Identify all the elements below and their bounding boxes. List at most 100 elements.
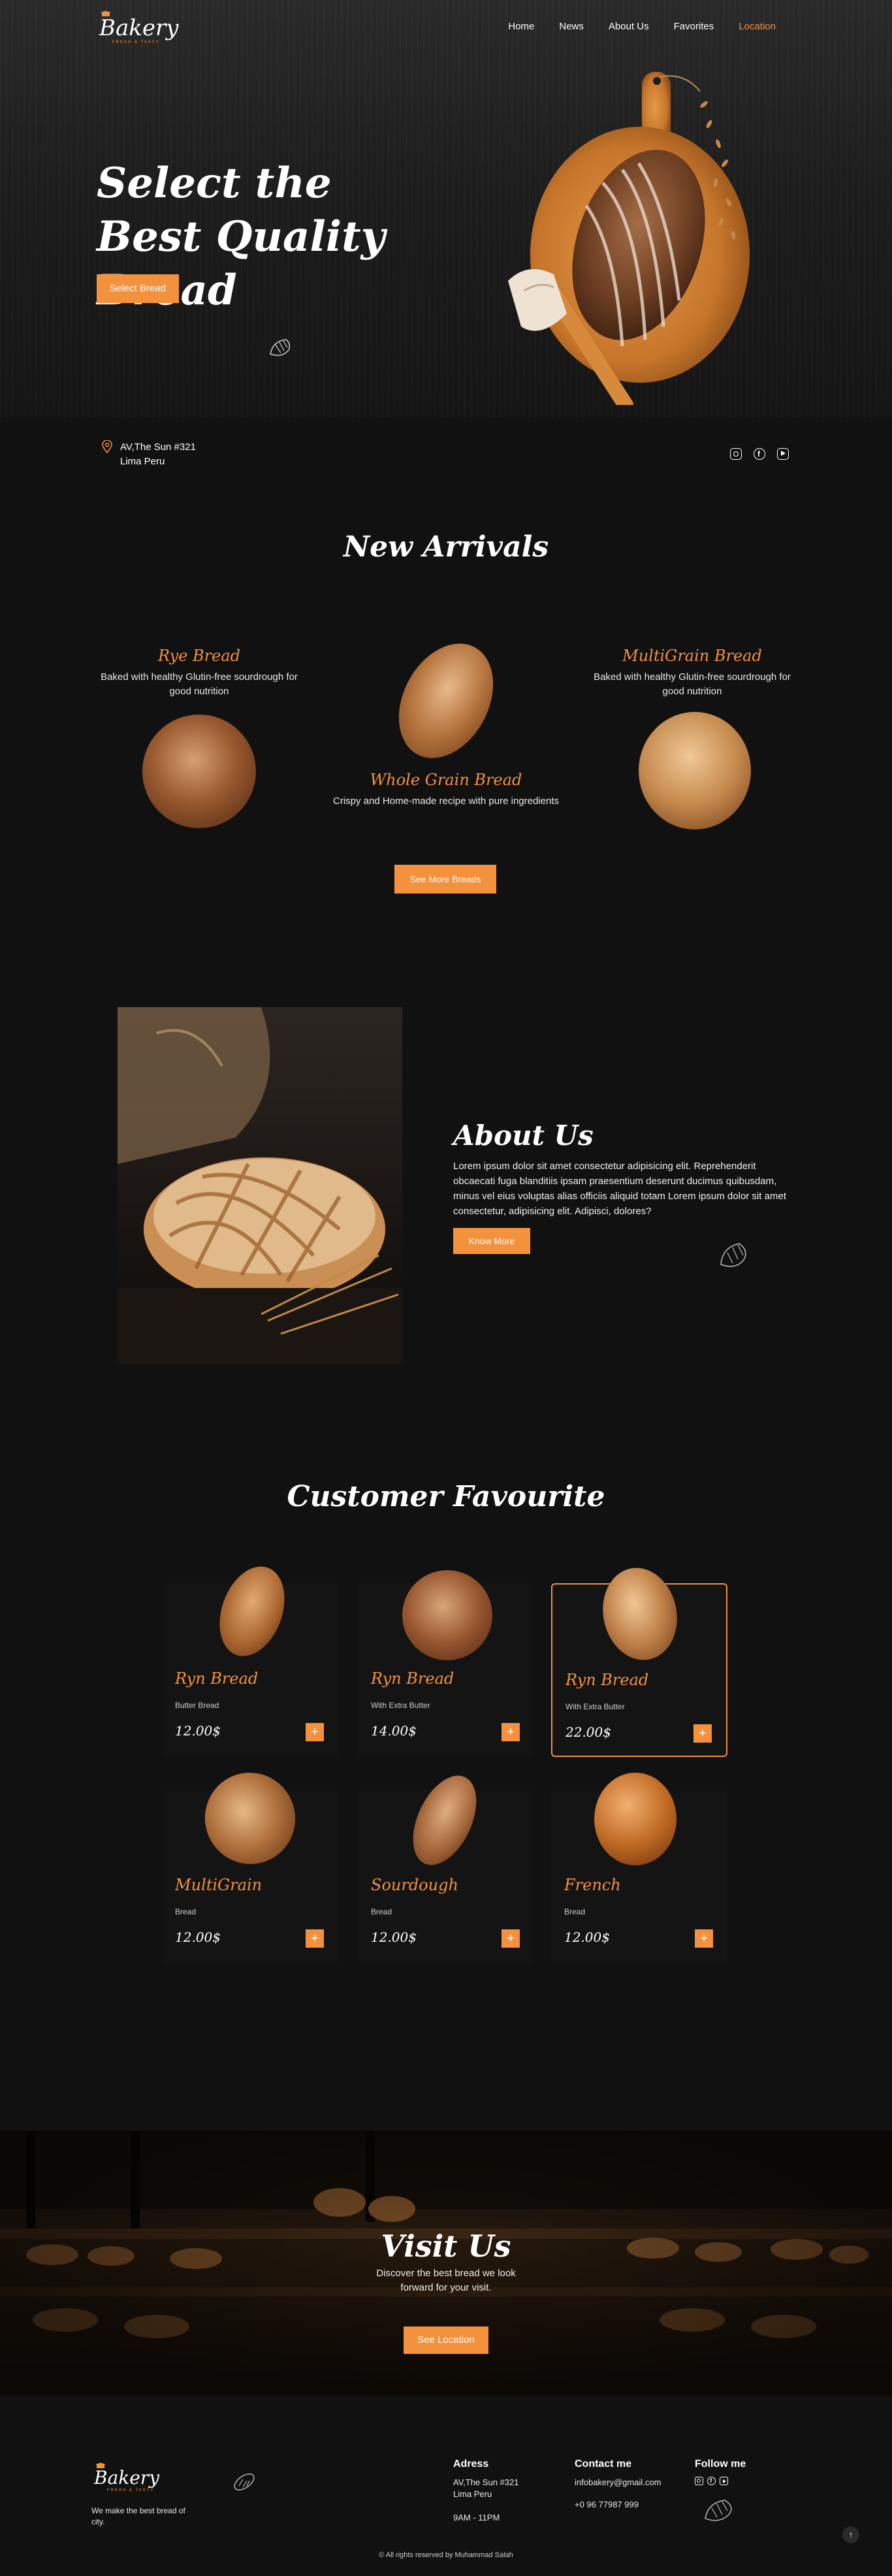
add-to-cart-button[interactable]: + [306,1929,324,1948]
bread-image [402,1570,492,1660]
favourite-card[interactable]: Ryn Bread With Extra Butter 22.00$ + [551,1560,727,1757]
card-name: Ryn Bread [175,1669,259,1688]
card-price: 12.00$ [175,1929,221,1945]
footer-email[interactable]: infobakery@gmail.com [575,2477,661,2488]
nav-news[interactable]: News [559,21,584,32]
brand-logo[interactable]: Bakery FRESH & TASTY [99,10,179,44]
know-more-button[interactable]: Know More [453,1228,530,1254]
add-to-cart-button[interactable]: + [502,1723,520,1741]
footer-follow-title: Follow me [695,2458,746,2470]
croissant-icon [270,339,291,356]
card-name: French [564,1876,621,1894]
arrival-desc: Baked with healthy Glutin-free sourdroug… [594,671,791,697]
croissant-icon [705,2500,732,2521]
nav-about-us[interactable]: About Us [609,21,649,32]
footer-address-line-2: Lima Peru [453,2489,492,2499]
address-line-2: Lima Peru [120,456,165,467]
footer-tagline: We make the best bread of city. [91,2506,185,2526]
add-to-cart-button[interactable]: + [306,1723,324,1741]
nav-home[interactable]: Home [508,21,534,32]
bread-image [400,1765,490,1875]
footer-phone[interactable]: +0 96 77987 999 [575,2499,661,2511]
customer-favourite-title: Customer Favourite [287,1480,605,1513]
footer-address-column: Adress AV,The Sun #321 Lima Peru 9AM - 1… [453,2458,518,2524]
instagram-icon[interactable] [730,448,742,460]
chef-hat-icon [101,10,110,16]
footer-hours: 9AM - 11PM [453,2513,500,2522]
croissant-icon [720,1243,746,1267]
card-name: Ryn Bread [565,1671,649,1689]
card-subtitle: Bread [564,1907,586,1916]
facebook-icon[interactable]: f [754,448,765,460]
visit-text: Discover the best bread we look forward … [376,2268,516,2293]
bread-photo [118,1007,402,1364]
favourite-card[interactable]: Ryn Bread Butter Bread 12.00$ + [162,1557,338,1757]
footer-contact-title: Contact me [575,2458,632,2470]
copyright: © All rights reserved by Muhammad Salah [379,2551,513,2559]
instagram-icon[interactable] [695,2477,703,2485]
bread-sketch-icon [234,2473,255,2490]
whole-grain-bread-image [379,627,513,775]
arrival-desc: Crispy and Home-made recipe with pure in… [333,796,559,807]
card-subtitle: With Extra Butter [565,1702,625,1711]
arrival-name: MultiGrain Bread [622,647,762,665]
visit-title: Visit Us [381,2229,511,2264]
arrival-rye: Rye Bread Baked with healthy Glutin-free… [91,647,307,699]
card-name: Sourdough [371,1876,458,1894]
footer-follow-column: Follow me f [695,2458,746,2485]
hero-socials: f [730,448,789,460]
card-price: 12.00$ [564,1929,610,1945]
arrival-name: Whole Grain Bread [370,771,522,789]
footer: Bakery FRESH & TASTY We make the best br… [0,2396,892,2576]
youtube-icon[interactable] [777,448,789,460]
nav-location[interactable]: Location [739,21,776,32]
card-subtitle: Bread [175,1907,197,1916]
back-to-top-button[interactable]: ↑ [842,2526,859,2543]
about-title: About Us [453,1119,594,1151]
brand-name: Bakery [99,15,179,41]
bread-image [594,1560,686,1667]
select-bread-button[interactable]: Select Bread [97,274,179,303]
card-price: 14.00$ [371,1723,417,1739]
about-image [118,1007,402,1364]
nav-favorites[interactable]: Favorites [674,21,714,32]
multigrain-bread-image [639,712,751,829]
address-line-1: AV,The Sun #321 [120,442,196,453]
about-text: Lorem ipsum dolor sit amet consectetur a… [453,1161,786,1217]
new-arrivals-title: New Arrivals [343,530,549,564]
card-subtitle: Butter Bread [175,1701,219,1710]
footer-address-title: Adress [453,2458,489,2470]
favourite-card[interactable]: MultiGrain Bread 12.00$ + [162,1761,338,1963]
card-name: MultiGrain [175,1876,263,1894]
card-subtitle: With Extra Butter [371,1701,430,1710]
footer-logo[interactable]: Bakery FRESH & TASTY [94,2462,160,2492]
bread-board-illustration [508,72,750,405]
visit-section: Visit Us Discover the best bread we look… [0,2131,892,2396]
chef-hat-icon [96,2462,105,2468]
footer-socials: f [695,2477,746,2485]
see-location-button[interactable]: See Location [404,2326,488,2354]
arrival-multigrain: MultiGrain Bread Baked with healthy Glut… [584,647,800,699]
favourite-card[interactable]: Ryn Bread With Extra Butter 14.00$ + [358,1570,534,1757]
favourite-card[interactable]: French Bread 12.00$ + [551,1773,727,1963]
bread-image [594,1773,677,1865]
facebook-icon[interactable]: f [707,2477,716,2485]
arrival-desc: Baked with healthy Glutin-free sourdroug… [101,671,298,697]
youtube-icon[interactable] [720,2477,728,2485]
add-to-cart-button[interactable]: + [502,1929,520,1948]
see-more-breads-button[interactable]: See More Breads [394,865,496,894]
add-to-cart-button[interactable]: + [693,1724,712,1743]
favourite-card[interactable]: Sourdough Bread 12.00$ + [358,1765,534,1963]
hero-section: Bakery FRESH & TASTY Home News About Us … [0,0,892,418]
arrival-name: Rye Bread [157,647,241,665]
rye-bread-image [142,715,256,828]
add-to-cart-button[interactable]: + [695,1929,713,1948]
card-name: Ryn Bread [371,1669,454,1688]
brand-name: Bakery [94,2467,160,2488]
bread-image [208,1557,296,1666]
card-price: 12.00$ [371,1929,417,1945]
arrival-whole-grain: Whole Grain Bread Crispy and Home-made r… [333,771,559,809]
footer-contact-column: Contact me infobakery@gmail.com +0 96 77… [575,2458,661,2511]
hero-address: AV,The Sun #321 Lima Peru [102,440,196,469]
card-price: 12.00$ [175,1723,221,1739]
